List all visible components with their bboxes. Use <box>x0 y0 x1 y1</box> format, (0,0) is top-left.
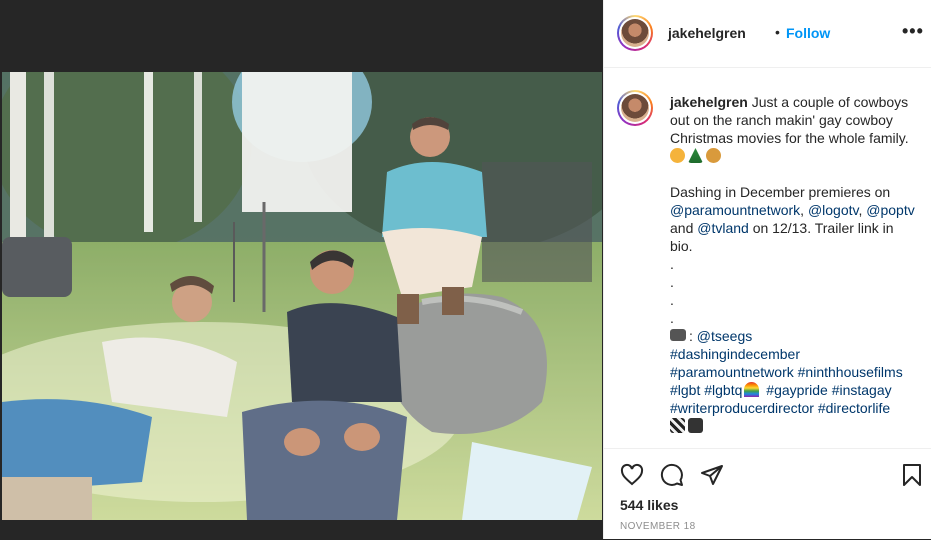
avatar[interactable] <box>617 15 653 51</box>
comment-icon[interactable] <box>660 463 684 487</box>
share-icon[interactable] <box>700 463 724 487</box>
post-photo-illustration <box>2 72 602 520</box>
dot-line: . <box>670 274 674 290</box>
end-emoji-row <box>670 417 915 435</box>
camera-icon <box>670 329 686 341</box>
hashtag-link[interactable]: #paramountnetwork <box>670 364 794 380</box>
emoji-row <box>670 147 915 165</box>
credit-mention-link[interactable]: @tseegs <box>697 328 752 344</box>
dot-line: . <box>670 256 674 272</box>
action-bar: 544 likes NOVEMBER 18 <box>604 448 931 540</box>
hashtag-link[interactable]: #ninthhousefilms <box>798 364 903 380</box>
mention-separator: , <box>800 202 805 218</box>
mention-separator: , <box>858 202 863 218</box>
movie-camera-icon <box>688 418 703 433</box>
premiere-paragraph: Dashing in December premieres on @paramo… <box>670 183 915 255</box>
post-header: jakehelgren • Follow ••• <box>604 0 931 68</box>
hashtag-link[interactable]: #writerproducerdirector <box>670 400 814 416</box>
hashtag-link[interactable]: #lgbtq <box>704 382 742 398</box>
credit-colon: : <box>689 328 693 344</box>
clapper-board-icon <box>670 418 685 433</box>
smiling-face-with-hearts-icon <box>670 148 685 163</box>
post-date[interactable]: NOVEMBER 18 <box>620 521 696 532</box>
username-link[interactable]: jakehelgren <box>668 25 746 41</box>
post-sidebar: jakehelgren • Follow ••• jakehelgren Jus… <box>603 0 931 539</box>
hashtags: #dashingindecember #paramountnetwork #ni… <box>670 345 915 417</box>
dot-line: . <box>670 310 674 326</box>
dot-line: . <box>670 292 674 308</box>
mention-link[interactable]: @logotv <box>808 202 859 218</box>
hashtag-link[interactable]: #directorlife <box>818 400 890 416</box>
hashtag-link[interactable]: #dashingindecember <box>670 346 800 362</box>
likes-count[interactable]: 544 likes <box>620 497 678 513</box>
caption-username-link[interactable]: jakehelgren <box>670 94 748 110</box>
mention-link[interactable]: @poptv <box>866 202 914 218</box>
premiere-text: Dashing in December premieres on <box>670 184 891 200</box>
post-caption: jakehelgren Just a couple of cowboys out… <box>670 93 915 435</box>
cowboy-face-icon <box>706 148 721 163</box>
heart-icon[interactable] <box>620 463 644 487</box>
bookmark-icon[interactable] <box>900 463 924 487</box>
more-options-icon[interactable]: ••• <box>902 21 924 42</box>
separator-dot: • <box>775 24 780 40</box>
mention-link[interactable]: @paramountnetwork <box>670 202 800 218</box>
and-text: and <box>670 220 694 236</box>
mention-link[interactable]: @tvland <box>697 220 749 236</box>
hashtag-link[interactable]: #lgbt <box>670 382 700 398</box>
follow-button[interactable]: Follow <box>786 25 830 41</box>
christmas-tree-icon <box>688 148 703 163</box>
photo-column <box>0 0 603 539</box>
credit-line: : @tseegs <box>670 327 915 345</box>
caption-area: jakehelgren Just a couple of cowboys out… <box>604 68 931 448</box>
hashtag-link[interactable]: #instagay <box>832 382 892 398</box>
caption-avatar[interactable] <box>617 90 653 126</box>
rainbow-icon <box>744 382 760 397</box>
post-photo[interactable] <box>2 72 602 520</box>
hashtag-link[interactable]: #gaypride <box>766 382 828 398</box>
